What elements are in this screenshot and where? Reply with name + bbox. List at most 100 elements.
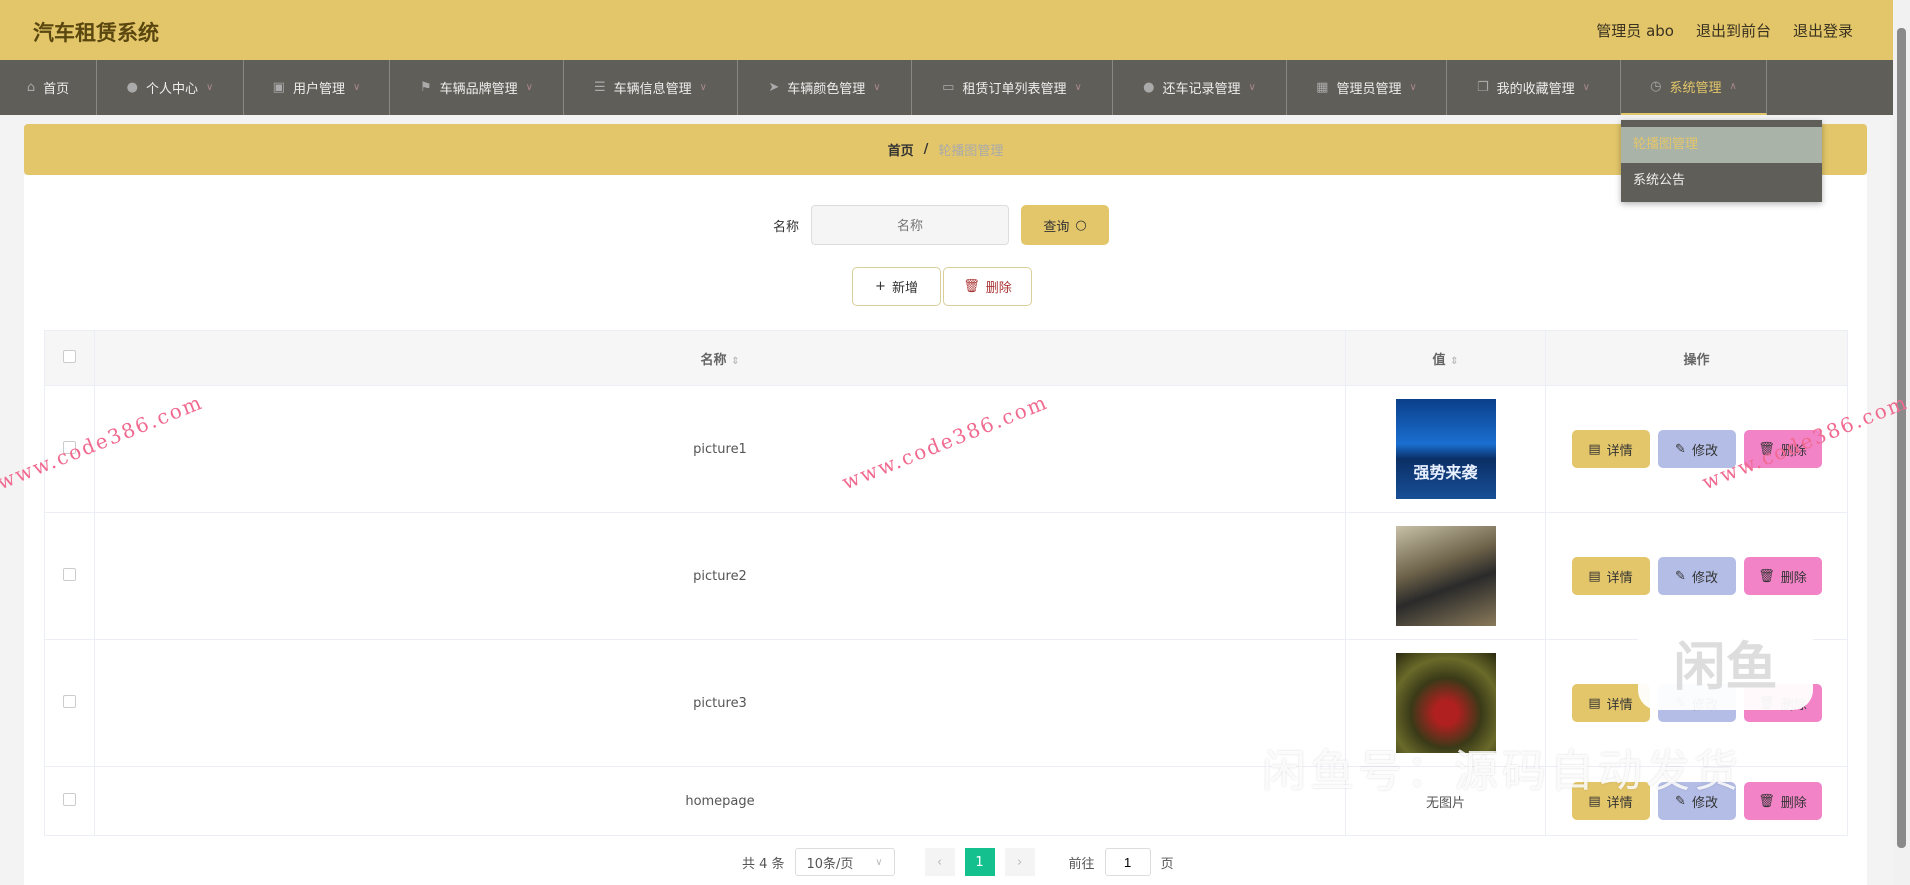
batch-delete-button[interactable]: 🗑︎ 删除 [943, 267, 1032, 306]
select-all-checkbox[interactable] [63, 349, 76, 363]
flag-icon: ⚑ [420, 80, 432, 95]
table-row: picture1 强势来袭 ▤ 详情 ✎ 修改 🗑︎ 删除 [44, 385, 1848, 513]
main-nav: ⌂ 首页 ● 个人中心 ∨ ▣ 用户管理 ∨ ⚑ 车辆品牌管理 ∨ ☰ 车辆信息管理 ∨ ➤ 车辆颜… [0, 60, 1893, 115]
edit-button[interactable]: ✎ 修改 [1657, 430, 1736, 468]
delete-button[interactable]: 🗑︎ 删除 [1743, 557, 1822, 595]
goto-label: 前往 [1068, 856, 1095, 872]
send-icon: ➤ [768, 80, 780, 95]
carousel-image: 强势来袭 [1395, 399, 1496, 499]
exit-to-front-link[interactable]: 退出到前台 [1696, 20, 1771, 41]
header-label: 值 [1432, 352, 1446, 368]
page-size-value: 10条/页 [806, 856, 854, 872]
query-label: 查询 [1043, 219, 1070, 235]
chevron-right-icon: › [1016, 854, 1023, 870]
chevron-down-icon: ∨ [525, 82, 533, 93]
detail-button[interactable]: ▤ 详情 [1571, 557, 1650, 595]
row-name: picture2 [94, 512, 1346, 640]
nav-label: 管理员管理 [1336, 82, 1402, 97]
nav-admins[interactable]: ▦ 管理员管理 ∨ [1287, 60, 1447, 115]
sort-icon: ⇕ [1450, 355, 1459, 367]
btn-label: 详情 [1606, 697, 1633, 713]
nav-color[interactable]: ➤ 车辆颜色管理 ∨ [738, 60, 912, 115]
nav-favorites[interactable]: ❐ 我的收藏管理 ∨ [1447, 60, 1621, 115]
menu-item-carousel[interactable]: 轮播图管理 [1621, 127, 1822, 163]
btn-label: 删除 [1780, 443, 1807, 459]
nav-users[interactable]: ▣ 用户管理 ∨ [244, 60, 390, 115]
chevron-down-icon: ∨ [699, 82, 707, 93]
row-name: picture3 [94, 639, 1346, 767]
edit-button[interactable]: ✎ 修改 [1657, 557, 1736, 595]
btn-label: 详情 [1606, 443, 1633, 459]
home-icon: ⌂ [26, 80, 36, 95]
row-checkbox[interactable] [63, 440, 76, 454]
grid-icon: ▦ [1316, 80, 1329, 95]
plus-icon: + [875, 279, 886, 294]
nav-home[interactable]: ⌂ 首页 [0, 60, 97, 115]
search-bar: 名称 查询 ○ [773, 205, 1110, 245]
column-name[interactable]: 名称 ⇕ [94, 330, 1346, 386]
system-dropdown-menu: 轮播图管理 系统公告 [1621, 120, 1822, 202]
image-caption: 强势来袭 [1413, 463, 1478, 482]
nav-label: 车辆颜色管理 [787, 82, 866, 97]
trash-icon: 🗑︎ [963, 279, 980, 294]
chevron-left-icon: ‹ [936, 854, 943, 870]
name-search-input[interactable] [811, 205, 1010, 245]
xianyu-logo: 闲鱼 [1638, 615, 1813, 710]
vertical-scrollbar[interactable] [1893, 0, 1910, 885]
image-icon: ▣ [272, 80, 285, 95]
breadcrumb-separator: / [923, 142, 929, 157]
chevron-down-icon: ∨ [352, 82, 361, 93]
detail-button[interactable]: ▤ 详情 [1571, 430, 1650, 468]
chevron-down-icon: ∨ [1582, 82, 1590, 93]
breadcrumb: 首页 / 轮播图管理 [24, 124, 1867, 175]
row-name: picture1 [94, 385, 1346, 513]
nav-vehicle-info[interactable]: ☰ 车辆信息管理 ∨ [564, 60, 738, 115]
breadcrumb-home[interactable]: 首页 [888, 140, 914, 159]
prev-page-button[interactable]: ‹ [924, 848, 955, 876]
chevron-down-icon: ∨ [875, 856, 883, 868]
breadcrumb-current: 轮播图管理 [938, 144, 1004, 159]
nav-label: 还车记录管理 [1162, 82, 1241, 97]
list-icon: ☰ [594, 80, 606, 95]
chevron-up-icon: ∧ [1729, 81, 1737, 92]
row-checkbox[interactable] [63, 694, 76, 708]
clock-icon: ◷ [1650, 79, 1662, 94]
xianyu-watermark: 闲鱼号：源码自动发货 [1262, 746, 1742, 797]
nav-brand[interactable]: ⚑ 车辆品牌管理 ∨ [390, 60, 564, 115]
query-button[interactable]: 查询 ○ [1021, 205, 1110, 245]
page-1-button[interactable]: 1 [964, 848, 995, 876]
nav-system[interactable]: ◷ 系统管理 ∧ [1621, 60, 1767, 115]
next-page-button[interactable]: › [1004, 848, 1035, 876]
nav-label: 我的收藏管理 [1496, 82, 1575, 97]
chevron-down-icon: ∨ [1248, 82, 1256, 93]
goto-page-input[interactable] [1104, 848, 1151, 876]
btn-label: 删除 [1780, 570, 1807, 586]
delete-label: 删除 [985, 281, 1012, 296]
btn-label: 修改 [1691, 443, 1718, 459]
btn-label: 修改 [1691, 570, 1718, 586]
nav-returns[interactable]: ● 还车记录管理 ∨ [1113, 60, 1287, 115]
scrollbar-thumb[interactable] [1897, 28, 1906, 848]
nav-profile[interactable]: ● 个人中心 ∨ [97, 60, 244, 115]
total-count: 共 4 条 [742, 856, 785, 872]
menu-item-notice[interactable]: 系统公告 [1621, 163, 1822, 199]
chat-icon: ▭ [942, 80, 955, 95]
delete-button[interactable]: 🗑︎ 删除 [1743, 782, 1822, 820]
chevron-down-icon: ∨ [1409, 82, 1417, 93]
app-title: 汽车租赁系统 [33, 21, 159, 45]
nav-label: 首页 [43, 82, 70, 97]
row-checkbox[interactable] [63, 567, 76, 581]
chevron-down-icon: ∨ [873, 82, 881, 93]
row-checkbox[interactable] [63, 792, 76, 806]
add-label: 新增 [891, 281, 918, 296]
nav-label: 租赁订单列表管理 [962, 82, 1067, 97]
delete-button[interactable]: 🗑︎ 删除 [1743, 430, 1822, 468]
nav-orders[interactable]: ▭ 租赁订单列表管理 ∨ [912, 60, 1113, 115]
column-value[interactable]: 值 ⇕ [1345, 330, 1546, 386]
logout-link[interactable]: 退出登录 [1793, 20, 1853, 41]
nav-label: 车辆信息管理 [613, 82, 692, 97]
nav-label: 系统管理 [1669, 81, 1722, 96]
page-size-select[interactable]: 10条/页 ∨ [794, 848, 895, 876]
add-button[interactable]: + 新增 [852, 267, 941, 306]
sort-icon: ⇕ [731, 355, 740, 367]
